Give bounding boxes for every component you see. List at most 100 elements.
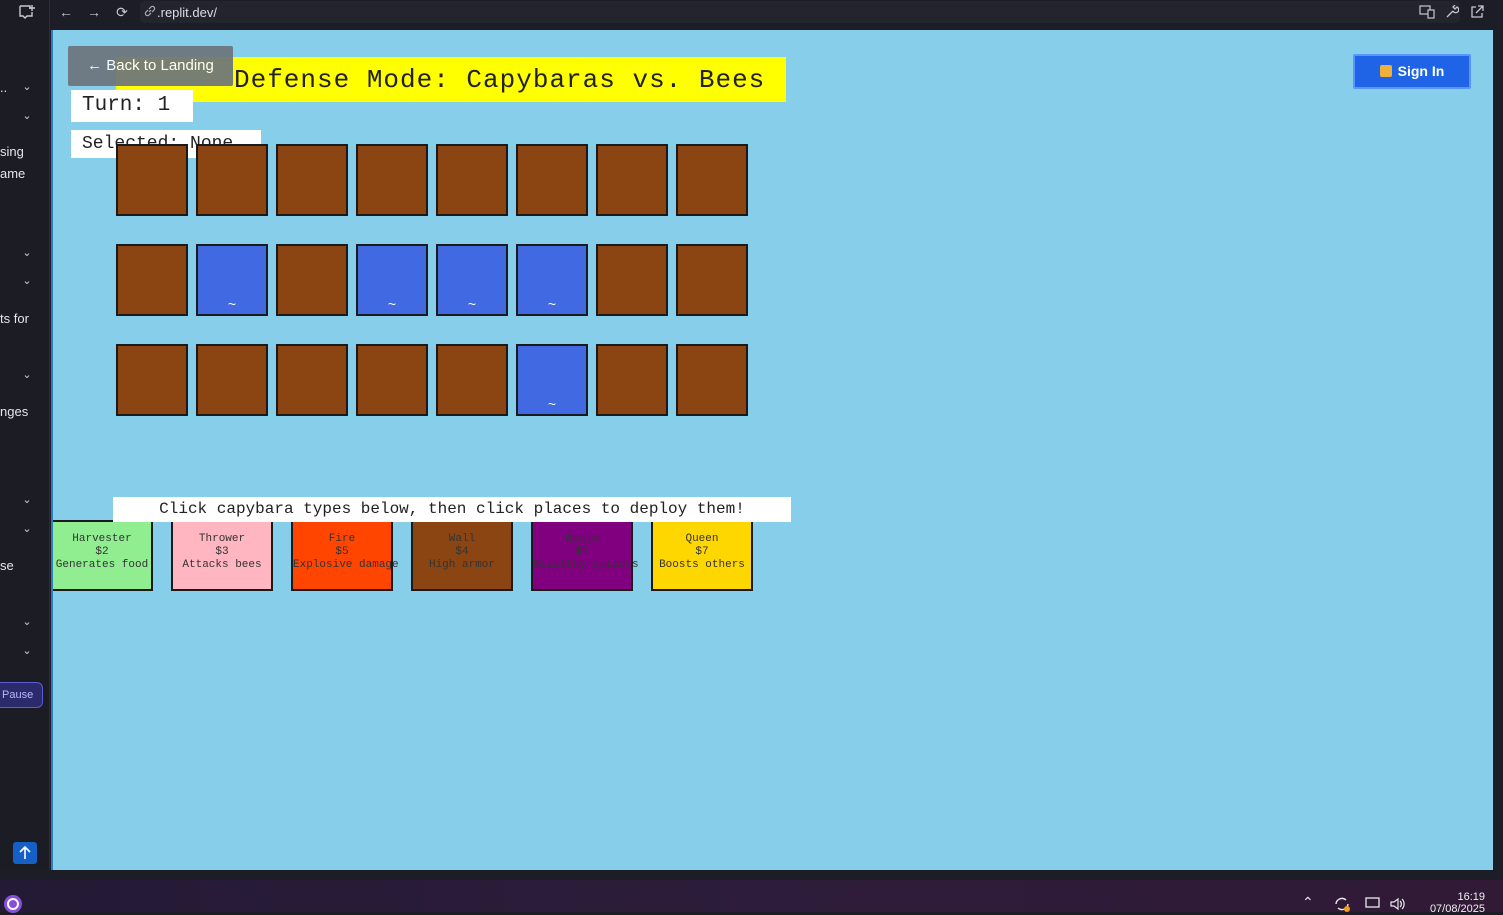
water-tile[interactable]: ~ — [516, 244, 588, 316]
chevron-down-icon[interactable]: ⌄ — [20, 522, 34, 536]
forward-arrow-icon[interactable]: → — [86, 4, 102, 20]
capybara-card-fire[interactable]: Fire $5 Explosive damage — [291, 520, 399, 591]
open-external-icon[interactable] — [1470, 5, 1484, 19]
ground-tile[interactable] — [436, 344, 508, 416]
ground-tile[interactable] — [516, 144, 588, 216]
capybara-cost: $4 — [455, 546, 469, 558]
ground-tile[interactable] — [116, 144, 188, 216]
wrench-icon[interactable] — [1445, 5, 1459, 19]
app-logo-icon[interactable] — [3, 894, 23, 914]
capybara-cost: $5 — [335, 546, 349, 558]
ground-tile[interactable] — [676, 144, 748, 216]
chevron-down-icon[interactable]: ⌄ — [20, 246, 34, 260]
ground-tile[interactable] — [596, 144, 668, 216]
capybara-desc: Boosts others — [659, 559, 745, 571]
sidebar-item-label[interactable]: ts for — [0, 311, 29, 326]
clock-date: 07/08/2025 — [1429, 903, 1485, 915]
wave-icon: ~ — [547, 296, 557, 312]
capybara-cost: $7 — [695, 546, 709, 558]
capybara-name: Queen — [685, 533, 719, 545]
chevron-down-icon[interactable]: ⌄ — [20, 615, 34, 629]
chevron-down-icon[interactable]: ⌄ — [20, 109, 34, 123]
capybara-name: Ninja — [565, 533, 599, 545]
chevron-down-icon[interactable]: ⌄ — [20, 80, 34, 94]
left-side-panel: .. sing ame ts for nges se ⌄ ⌄ ⌄ ⌄ ⌄ ⌄ ⌄ ⌄ ⌄ … — [0, 0, 50, 878]
capybara-cost: $3 — [215, 546, 229, 558]
capybara-name: Wall — [448, 533, 476, 545]
ground-tile[interactable] — [356, 344, 428, 416]
sync-icon[interactable] — [1333, 896, 1351, 912]
sidebar-item-label[interactable]: se — [0, 558, 14, 573]
water-tile[interactable]: ~ — [436, 244, 508, 316]
ground-tile[interactable] — [196, 344, 268, 416]
instructions-text: Click capybara types below, then click p… — [113, 497, 791, 522]
new-chat-icon[interactable] — [18, 4, 36, 20]
capybara-card-wall[interactable]: Wall $4 High armor — [411, 520, 513, 591]
water-tile[interactable]: ~ — [196, 244, 268, 316]
pause-button[interactable]: Pause — [0, 682, 43, 708]
back-to-landing-button[interactable]: ← Back to Landing — [68, 46, 233, 86]
chevron-down-icon[interactable]: ⌄ — [20, 493, 34, 507]
capybara-card-harvester[interactable]: Harvester $2 Generates food — [53, 520, 153, 591]
capybara-card-thrower[interactable]: Thrower $3 Attacks bees — [171, 520, 273, 591]
ground-tile[interactable] — [196, 144, 268, 216]
capybara-name: Thrower — [198, 533, 246, 545]
lock-icon — [1379, 65, 1392, 77]
chevron-down-icon[interactable]: ⌄ — [20, 274, 34, 288]
turn-counter: Turn: 1 — [71, 90, 193, 122]
display-icon[interactable] — [1365, 897, 1383, 911]
capybara-name: Harvester — [72, 533, 132, 545]
wave-icon: ~ — [227, 296, 237, 312]
clock-time: 16:19 — [1457, 891, 1485, 903]
capybara-desc: High armor — [428, 559, 495, 571]
back-arrow-icon[interactable]: ← — [58, 4, 74, 20]
capybara-card-queen[interactable]: Queen $7 Boosts others — [651, 520, 753, 591]
scroll-up-button[interactable] — [13, 842, 37, 864]
system-clock[interactable]: 16:19 07/08/2025 — [1430, 891, 1485, 915]
sign-in-button[interactable]: Sign In — [1353, 54, 1471, 89]
ground-tile[interactable] — [356, 144, 428, 216]
ground-tile[interactable] — [676, 344, 748, 416]
wave-icon: ~ — [387, 296, 397, 312]
ground-tile[interactable] — [676, 244, 748, 316]
capybara-cost: $2 — [95, 546, 109, 558]
ground-tile[interactable] — [596, 244, 668, 316]
capybara-name: Fire — [328, 533, 356, 545]
capybara-desc: Explosive damage — [293, 559, 399, 571]
reload-icon[interactable]: ⟳ — [114, 4, 130, 20]
ground-tile[interactable] — [276, 344, 348, 416]
capybara-desc: Stealthy attacks — [533, 559, 639, 571]
capybara-desc: Generates food — [55, 559, 149, 571]
chevron-down-icon[interactable]: ⌄ — [20, 644, 34, 658]
sign-in-label: Sign In — [1397, 63, 1445, 79]
sidebar-item-label[interactable]: sing — [0, 144, 24, 159]
capybara-card-ninja[interactable]: Ninja $5 Stealthy attacks — [531, 520, 639, 591]
ground-tile[interactable] — [116, 344, 188, 416]
url-text: .replit.dev/ — [157, 5, 217, 20]
wave-icon: ~ — [547, 396, 557, 412]
water-tile[interactable]: ~ — [516, 344, 588, 416]
ground-tile[interactable] — [436, 144, 508, 216]
window-edge — [1493, 30, 1503, 878]
window-edge — [0, 870, 1503, 880]
devices-icon[interactable] — [1419, 5, 1435, 19]
capybara-desc: Attacks bees — [182, 559, 262, 571]
game-viewport: Defense Mode: Capybaras vs. Bees ← Back … — [51, 30, 1493, 870]
browser-toolbar: ← → ⟳ .replit.dev/ — [50, 0, 1503, 25]
ground-tile[interactable] — [116, 244, 188, 316]
sidebar-item-label[interactable]: ame — [0, 166, 25, 181]
water-tile[interactable]: ~ — [356, 244, 428, 316]
chevron-up-icon[interactable]: ⌃ — [1302, 894, 1314, 911]
volume-icon[interactable] — [1389, 897, 1407, 911]
sidebar-item-label[interactable]: nges — [0, 404, 28, 419]
ground-tile[interactable] — [276, 144, 348, 216]
ground-tile[interactable] — [276, 244, 348, 316]
address-bar[interactable]: .replit.dev/ — [140, 1, 1460, 23]
ground-tile[interactable] — [596, 344, 668, 416]
chevron-down-icon[interactable]: ⌄ — [20, 368, 34, 382]
sidebar-item-label[interactable]: .. — [0, 80, 7, 95]
os-taskbar: ⌃ 16:19 07/08/2025 — [0, 880, 1503, 915]
wave-icon: ~ — [467, 296, 477, 312]
arrow-up-icon — [19, 845, 31, 859]
link-icon — [144, 5, 156, 17]
